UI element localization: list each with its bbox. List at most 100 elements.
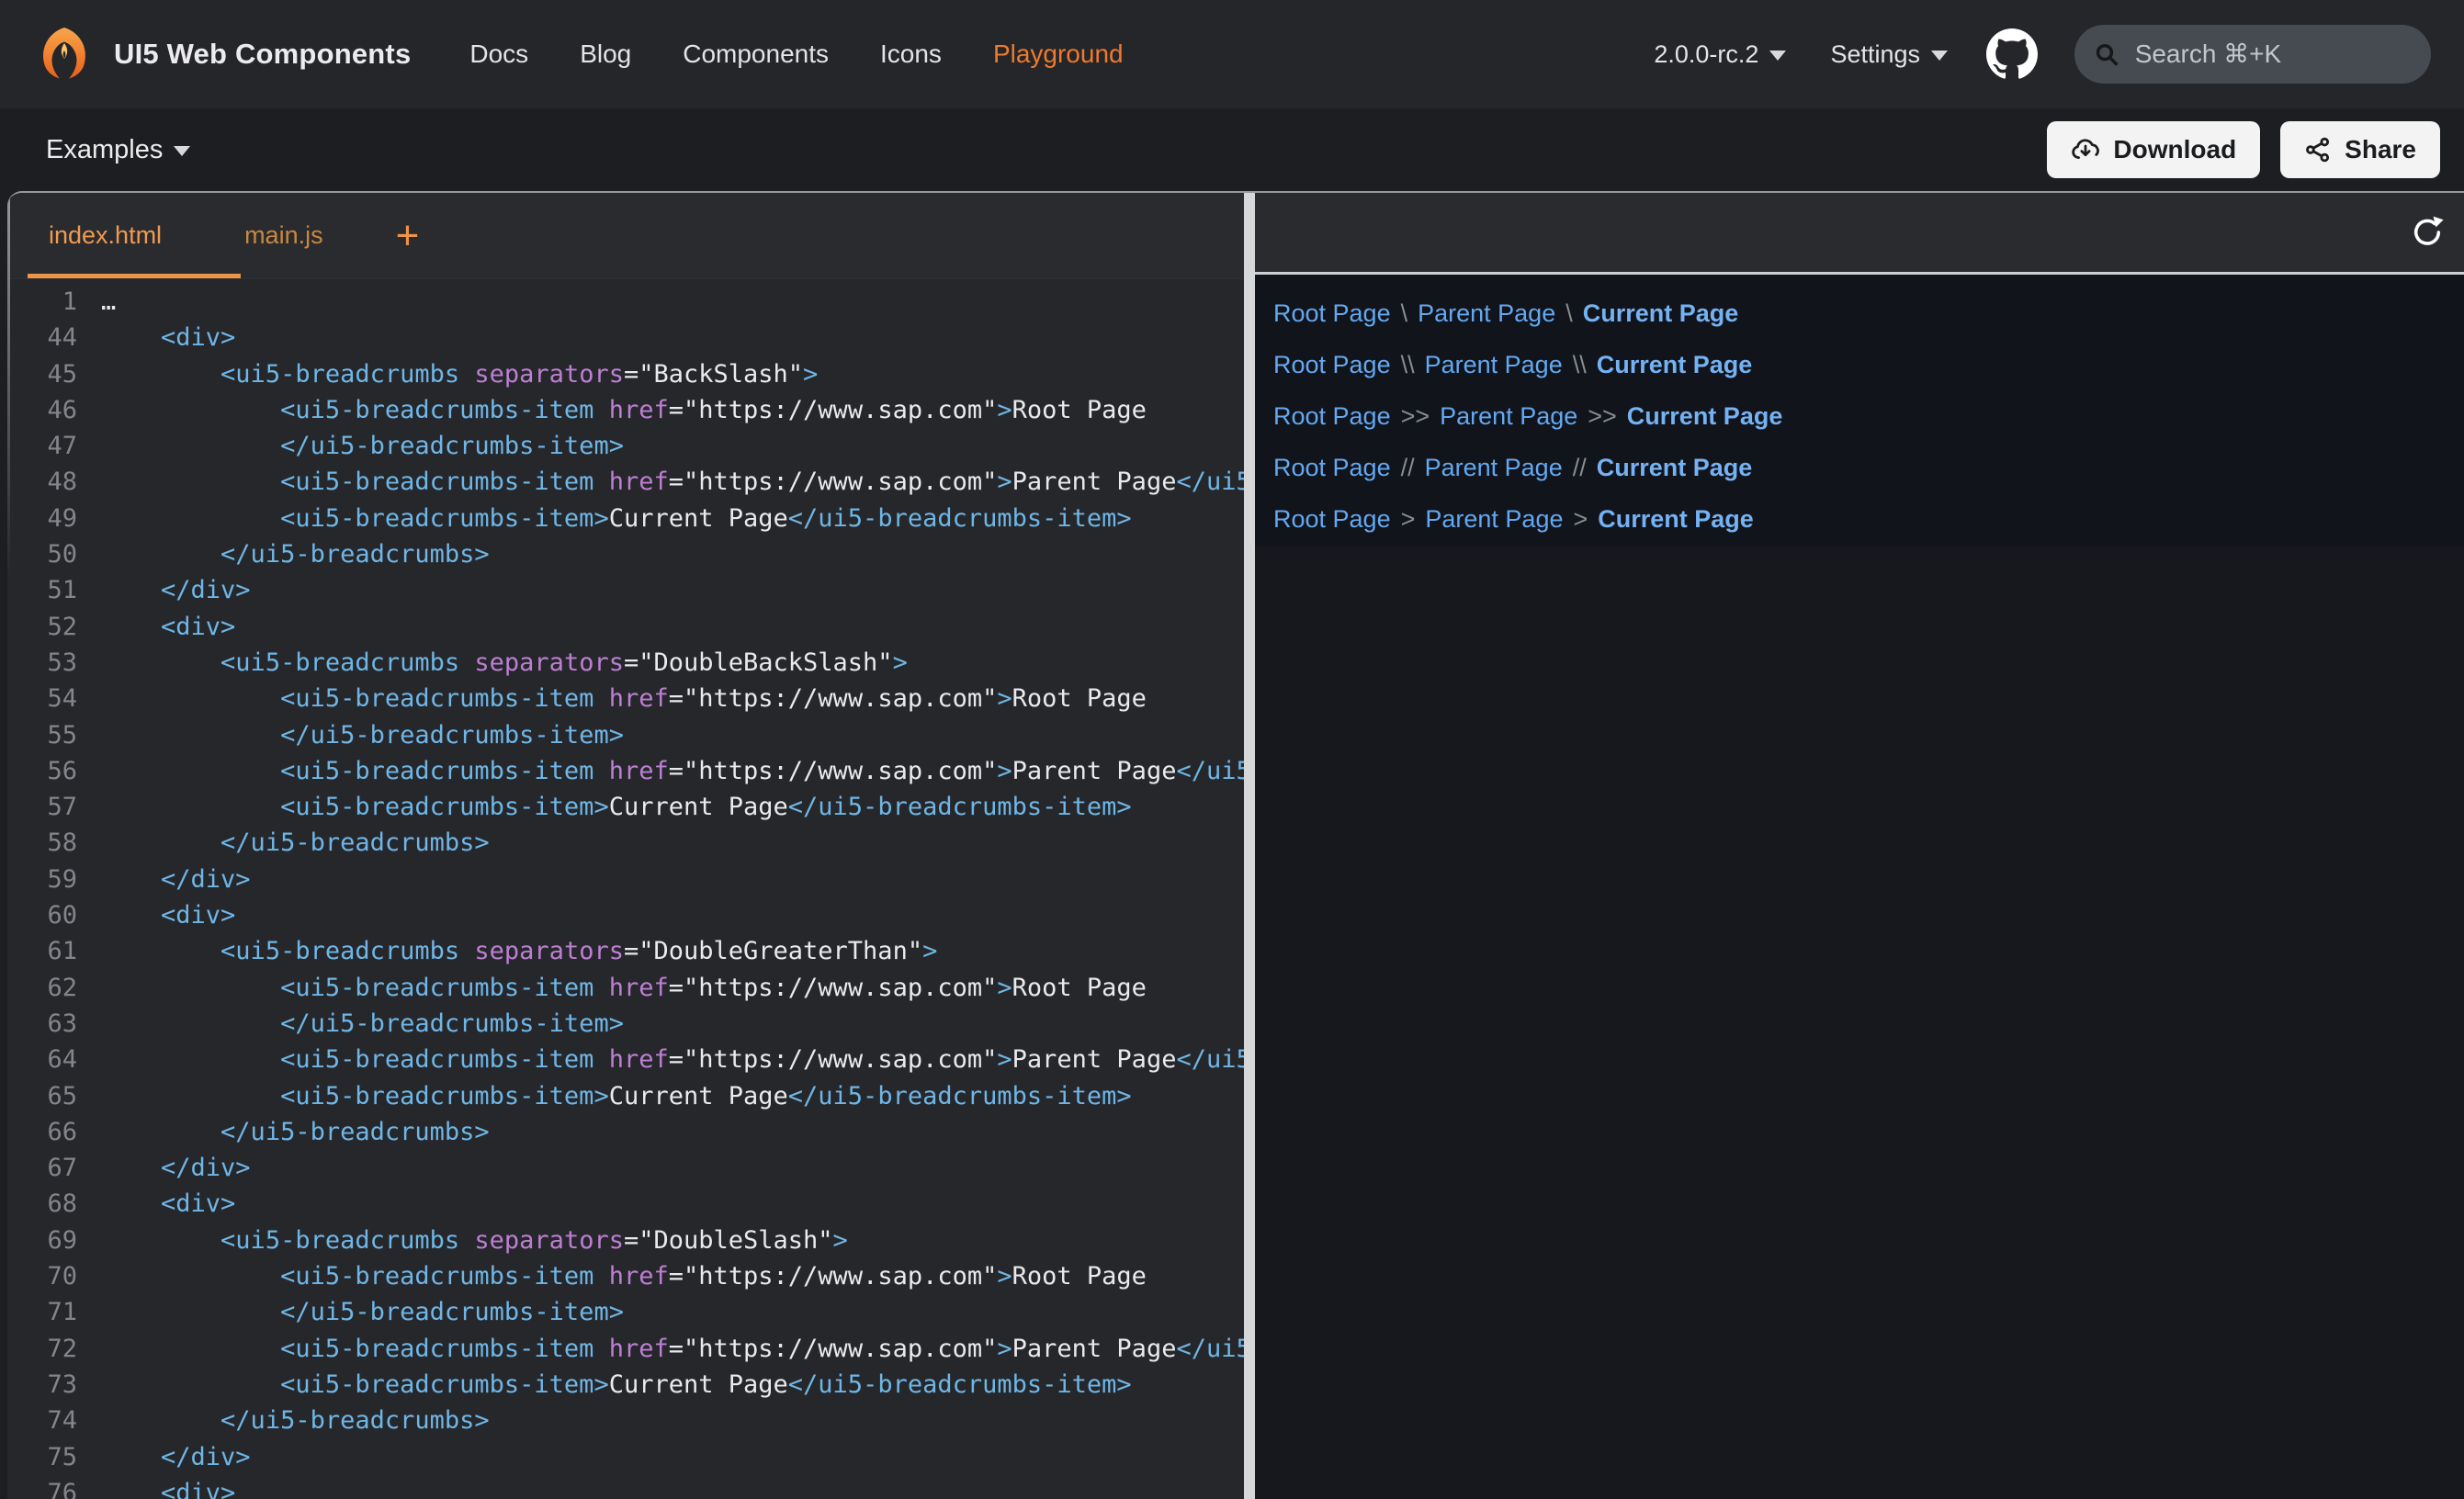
- code-text: <ui5-breadcrumbs-item>Current Page</ui5-…: [101, 789, 1132, 825]
- breadcrumb: Root Page\\Parent Page\\Current Page: [1273, 339, 2464, 390]
- breadcrumb-list: Root Page\Parent Page\Current PageRoot P…: [1255, 275, 2464, 547]
- code-text: <ui5-breadcrumbs-item href="https://www.…: [101, 1331, 1244, 1367]
- code-line[interactable]: 68 <div>: [7, 1186, 1244, 1222]
- code-line[interactable]: 54 <ui5-breadcrumbs-item href="https://w…: [7, 681, 1244, 716]
- code-line[interactable]: 74 </ui5-breadcrumbs>: [7, 1403, 1244, 1438]
- line-number: 54: [7, 681, 77, 716]
- nav-item-icons[interactable]: Icons: [880, 39, 942, 69]
- breadcrumb-current: Current Page: [1597, 351, 1753, 379]
- code-line[interactable]: 64 <ui5-breadcrumbs-item href="https://w…: [7, 1042, 1244, 1077]
- code-line[interactable]: 69 <ui5-breadcrumbs separators="DoubleSl…: [7, 1223, 1244, 1258]
- code-line[interactable]: 76 <div>: [7, 1475, 1244, 1499]
- code-line[interactable]: 52 <div>: [7, 609, 1244, 645]
- code-text: <ui5-breadcrumbs-item href="https://www.…: [101, 681, 1147, 716]
- breadcrumb-link[interactable]: Root Page: [1273, 505, 1391, 534]
- code-line[interactable]: 51 </div>: [7, 572, 1244, 608]
- version-label: 2.0.0-rc.2: [1654, 40, 1758, 69]
- code-text: <ui5-breadcrumbs-item href="https://www.…: [101, 970, 1147, 1006]
- nav-item-playground[interactable]: Playground: [993, 39, 1124, 69]
- brand[interactable]: UI5 Web Components: [33, 23, 411, 85]
- chevron-down-icon: [1769, 51, 1786, 61]
- examples-label: Examples: [46, 135, 163, 165]
- code-text: <ui5-breadcrumbs-item href="https://www.…: [101, 753, 1244, 789]
- tab-index-html[interactable]: index.html: [7, 193, 203, 278]
- code-line[interactable]: 62 <ui5-breadcrumbs-item href="https://w…: [7, 970, 1244, 1006]
- code-line[interactable]: 63 </ui5-breadcrumbs-item>: [7, 1006, 1244, 1042]
- code-line[interactable]: 70 <ui5-breadcrumbs-item href="https://w…: [7, 1258, 1244, 1294]
- version-dropdown[interactable]: 2.0.0-rc.2: [1654, 40, 1786, 69]
- code-line[interactable]: 49 <ui5-breadcrumbs-item>Current Page</u…: [7, 501, 1244, 536]
- breadcrumb: Root Page>>Parent Page>>Current Page: [1273, 390, 2464, 442]
- github-link[interactable]: [1986, 28, 2038, 80]
- code-line[interactable]: 75 </div>: [7, 1439, 1244, 1475]
- line-number: 64: [7, 1042, 77, 1077]
- download-button[interactable]: Download: [2047, 121, 2260, 178]
- playground-stage: index.html main.js + 1…44 <div>45 <ui5-b…: [7, 191, 2464, 1499]
- code-line[interactable]: 59 </div>: [7, 862, 1244, 897]
- code-lines[interactable]: 1…44 <div>45 <ui5-breadcrumbs separators…: [7, 280, 1244, 1499]
- code-line[interactable]: 45 <ui5-breadcrumbs separators="BackSlas…: [7, 356, 1244, 392]
- share-label: Share: [2345, 135, 2416, 164]
- site-title: UI5 Web Components: [114, 38, 411, 71]
- line-number: 52: [7, 609, 77, 645]
- code-line[interactable]: 65 <ui5-breadcrumbs-item>Current Page</u…: [7, 1078, 1244, 1114]
- nav-item-components[interactable]: Components: [683, 39, 829, 69]
- code-line[interactable]: 48 <ui5-breadcrumbs-item href="https://w…: [7, 464, 1244, 500]
- code-line[interactable]: 61 <ui5-breadcrumbs separators="DoubleGr…: [7, 933, 1244, 969]
- breadcrumb-link[interactable]: Parent Page: [1425, 454, 1563, 482]
- breadcrumb-link[interactable]: Parent Page: [1425, 351, 1563, 379]
- examples-dropdown[interactable]: Examples: [46, 135, 190, 165]
- breadcrumb-link[interactable]: Parent Page: [1418, 299, 1555, 328]
- code-line[interactable]: 67 </div>: [7, 1150, 1244, 1186]
- line-number: 1: [7, 284, 77, 320]
- code-text: </ui5-breadcrumbs>: [101, 825, 490, 861]
- code-line[interactable]: 56 <ui5-breadcrumbs-item href="https://w…: [7, 753, 1244, 789]
- nav-item-blog[interactable]: Blog: [580, 39, 631, 69]
- refresh-button[interactable]: [2407, 212, 2447, 253]
- line-number: 62: [7, 970, 77, 1006]
- top-nav: UI5 Web Components Docs Blog Components …: [0, 0, 2464, 108]
- search-input[interactable]: [2133, 39, 2413, 70]
- line-number: 47: [7, 428, 77, 464]
- add-tab-button[interactable]: +: [396, 216, 420, 256]
- line-number: 48: [7, 464, 77, 500]
- code-line[interactable]: 73 <ui5-breadcrumbs-item>Current Page</u…: [7, 1367, 1244, 1403]
- breadcrumb-link[interactable]: Parent Page: [1440, 402, 1577, 431]
- breadcrumb-link[interactable]: Root Page: [1273, 299, 1391, 328]
- code-line[interactable]: 58 </ui5-breadcrumbs>: [7, 825, 1244, 861]
- code-line[interactable]: 71 </ui5-breadcrumbs-item>: [7, 1294, 1244, 1330]
- settings-label: Settings: [1830, 40, 1920, 69]
- code-line[interactable]: 1…: [7, 284, 1244, 320]
- breadcrumb-link[interactable]: Root Page: [1273, 454, 1391, 482]
- code-line[interactable]: 66 </ui5-breadcrumbs>: [7, 1114, 1244, 1150]
- breadcrumb-current: Current Page: [1627, 402, 1783, 431]
- cloud-download-icon: [2071, 137, 2100, 163]
- code-line[interactable]: 47 </ui5-breadcrumbs-item>: [7, 428, 1244, 464]
- preview-pane: Root Page\Parent Page\Current PageRoot P…: [1255, 193, 2464, 1499]
- code-line[interactable]: 44 <div>: [7, 320, 1244, 355]
- breadcrumb-separator: \: [1565, 299, 1573, 328]
- code-text: <ui5-breadcrumbs-item>Current Page</ui5-…: [101, 1367, 1132, 1403]
- share-button[interactable]: Share: [2280, 121, 2440, 178]
- code-line[interactable]: 46 <ui5-breadcrumbs-item href="https://w…: [7, 392, 1244, 428]
- code-text: <ui5-breadcrumbs-item>Current Page</ui5-…: [101, 1078, 1132, 1114]
- search-box[interactable]: [2074, 25, 2431, 84]
- tab-main-js[interactable]: main.js: [203, 193, 365, 278]
- download-label: Download: [2113, 135, 2236, 164]
- code-line[interactable]: 60 <div>: [7, 897, 1244, 933]
- split-divider[interactable]: [1244, 193, 1255, 1499]
- code-line[interactable]: 53 <ui5-breadcrumbs separators="DoubleBa…: [7, 645, 1244, 681]
- line-number: 61: [7, 933, 77, 969]
- breadcrumb-link[interactable]: Root Page: [1273, 402, 1391, 431]
- examples-toolbar: Examples Download Share: [0, 108, 2464, 191]
- settings-dropdown[interactable]: Settings: [1830, 40, 1948, 69]
- code-line[interactable]: 57 <ui5-breadcrumbs-item>Current Page</u…: [7, 789, 1244, 825]
- code-line[interactable]: 72 <ui5-breadcrumbs-item href="https://w…: [7, 1331, 1244, 1367]
- code-line[interactable]: 50 </ui5-breadcrumbs>: [7, 536, 1244, 572]
- code-text: </ui5-breadcrumbs-item>: [101, 1294, 624, 1330]
- breadcrumb-link[interactable]: Parent Page: [1425, 505, 1563, 534]
- code-line[interactable]: 55 </ui5-breadcrumbs-item>: [7, 717, 1244, 753]
- nav-item-docs[interactable]: Docs: [469, 39, 528, 69]
- code-text: <ui5-breadcrumbs separators="BackSlash">: [101, 356, 818, 392]
- breadcrumb-link[interactable]: Root Page: [1273, 351, 1391, 379]
